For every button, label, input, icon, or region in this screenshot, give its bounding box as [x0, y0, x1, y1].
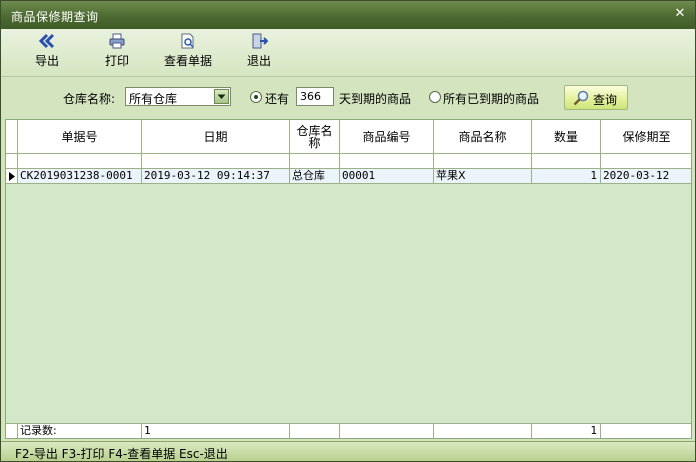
table-cell-warranty-until[interactable]: 2020-03-12 — [601, 169, 691, 184]
query-label: 查询 — [593, 93, 618, 107]
remaining-days-radio[interactable] — [250, 91, 262, 103]
footer-cell — [601, 423, 691, 438]
column-header-product-name[interactable]: 商品名称 — [434, 120, 532, 154]
footer-cell — [290, 423, 340, 438]
printer-icon — [109, 33, 125, 49]
results-grid[interactable]: 单据号 日期 仓库名称 商品编号 商品名称 数量 保修期至 CK20190312… — [5, 119, 692, 439]
filter-bar: 仓库名称: 所有仓库 还有 天到期的商品 所有已到期的商品 查询 — [1, 77, 695, 117]
title-bar[interactable]: 商品保修期查询 ✕ — [1, 1, 695, 29]
document-search-icon — [181, 33, 194, 49]
filter-cell[interactable] — [434, 154, 532, 169]
warehouse-select[interactable]: 所有仓库 — [125, 87, 231, 106]
exit-door-icon — [252, 33, 268, 49]
export-button[interactable]: 导出 — [23, 33, 71, 73]
column-header-quantity[interactable]: 数量 — [532, 120, 601, 154]
table-cell-doc-no[interactable]: CK2019031238-0001 — [18, 169, 142, 184]
view-document-label: 查看单据 — [163, 54, 212, 68]
filter-row-indicator — [6, 154, 18, 169]
dropdown-arrow[interactable] — [214, 89, 229, 104]
column-header-doc-no[interactable]: 单据号 — [18, 120, 142, 154]
table-cell-product-name[interactable]: 苹果X — [434, 169, 532, 184]
column-header-product-code[interactable]: 商品编号 — [340, 120, 434, 154]
filter-cell[interactable] — [340, 154, 434, 169]
remaining-label: 还有 — [265, 92, 290, 106]
print-label: 打印 — [104, 54, 129, 68]
toolbar: 导出 打印 查看单据 退出 — [1, 29, 695, 77]
chevron-down-icon — [217, 94, 226, 99]
filter-cell[interactable] — [18, 154, 142, 169]
all-expired-radio[interactable] — [429, 91, 441, 103]
exit-label: 退出 — [246, 54, 271, 68]
days-suffix-label: 天到期的商品 — [339, 92, 412, 106]
window-title: 商品保修期查询 — [11, 10, 99, 24]
column-header-warranty-until[interactable]: 保修期至 — [601, 120, 691, 154]
table-cell-warehouse[interactable]: 总仓库 — [290, 169, 340, 184]
close-icon[interactable]: ✕ — [673, 6, 687, 22]
all-expired-label: 所有已到期的商品 — [443, 92, 540, 106]
exit-button[interactable]: 退出 — [235, 33, 283, 73]
print-button[interactable]: 打印 — [93, 33, 141, 73]
app-window: 商品保修期查询 ✕ 导出 打印 查看单据 退出 仓库名称: 所有仓库 还有 36… — [0, 0, 696, 462]
status-bar: F2-导出 F3-打印 F4-查看单据 Esc-退出 — [1, 441, 695, 461]
double-chevron-left-icon — [38, 33, 55, 49]
filter-cell[interactable] — [290, 154, 340, 169]
view-document-button[interactable]: 查看单据 — [161, 33, 215, 73]
query-button[interactable]: 查询 — [564, 85, 628, 110]
footer-cell — [434, 423, 532, 438]
table-cell-date[interactable]: 2019-03-12 09:14:37 — [142, 169, 290, 184]
table-cell-quantity[interactable]: 1 — [532, 169, 601, 184]
quantity-total: 1 — [532, 423, 601, 438]
shortcut-hint: F2-导出 F3-打印 F4-查看单据 Esc-退出 — [15, 447, 228, 461]
export-label: 导出 — [34, 54, 59, 68]
record-count-value: 1 — [142, 423, 290, 438]
column-header-warehouse[interactable]: 仓库名称 — [290, 120, 340, 154]
header-corner — [6, 120, 18, 154]
filter-cell[interactable] — [142, 154, 290, 169]
filter-cell[interactable] — [532, 154, 601, 169]
filter-cell[interactable] — [601, 154, 691, 169]
table-cell-product-code[interactable]: 00001 — [340, 169, 434, 184]
magnifier-icon — [573, 90, 589, 106]
days-input[interactable] — [296, 87, 334, 106]
row-indicator[interactable] — [6, 169, 18, 184]
footer-cell — [340, 423, 434, 438]
warehouse-select-value: 所有仓库 — [129, 92, 178, 106]
footer-indicator — [6, 423, 18, 438]
record-count-label: 记录数: — [18, 423, 142, 438]
current-row-arrow-icon — [9, 172, 15, 181]
warehouse-label: 仓库名称: — [63, 92, 116, 106]
column-header-date[interactable]: 日期 — [142, 120, 290, 154]
